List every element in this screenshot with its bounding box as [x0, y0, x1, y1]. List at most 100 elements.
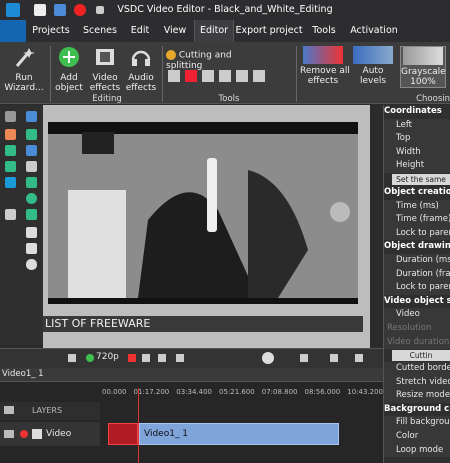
property-group-header: Background c: [384, 403, 450, 414]
cutting-splitting-button[interactable]: Cutting and splitting: [166, 50, 266, 71]
cut-tool-icon[interactable]: [168, 70, 180, 82]
prev-frame-icon[interactable]: [158, 354, 166, 362]
sprite-icon[interactable]: [26, 209, 37, 220]
select-tool-icon[interactable]: [26, 111, 37, 122]
property-row[interactable]: Loop mode: [384, 443, 450, 458]
remove-all-effects-button[interactable]: Remove all effects: [300, 46, 350, 86]
property-button[interactable]: Set the same: [392, 173, 450, 185]
resolution-select[interactable]: 720p: [96, 352, 119, 362]
grayscale-label: Grayscale 100%: [401, 67, 446, 87]
pointer-icon[interactable]: [5, 111, 16, 122]
tools-row: [168, 70, 294, 84]
properties-panel: Coordinates Left Top Width Height Set the sam…: [383, 105, 450, 463]
property-group-header: Coordinates: [384, 106, 442, 116]
person-icon[interactable]: [5, 129, 16, 140]
property-row[interactable]: Video: [384, 308, 450, 322]
add-object-button[interactable]: Add object: [53, 46, 85, 93]
align-center-icon[interactable]: [330, 354, 338, 362]
timeline-clip[interactable]: Video1_ 1: [139, 423, 339, 445]
save-icon[interactable]: [54, 4, 66, 16]
loop-icon[interactable]: [176, 354, 184, 362]
rectangle-tool-icon[interactable]: [26, 177, 37, 188]
audio-object-icon[interactable]: [26, 145, 37, 156]
auto-levels-icon: [353, 46, 393, 64]
tab-export-project[interactable]: Export project: [234, 20, 304, 42]
line-tool-icon[interactable]: [26, 161, 37, 172]
subtitle-icon[interactable]: [5, 177, 16, 188]
object-tool-strip: [0, 105, 43, 345]
app-menu-button[interactable]: [0, 20, 26, 42]
text-tool-icon[interactable]: [26, 227, 37, 238]
tab-edit[interactable]: Edit: [124, 20, 156, 42]
list-tool-icon[interactable]: [26, 243, 37, 254]
caption-text[interactable]: LIST OF FREEWARE: [43, 316, 363, 332]
video-track-header[interactable]: Video: [0, 422, 100, 446]
remove-all-label: Remove all effects: [300, 66, 350, 86]
property-row[interactable]: Cutted borders: [384, 362, 450, 376]
marker-icon[interactable]: [202, 70, 214, 82]
tab-tools[interactable]: Tools: [304, 20, 344, 42]
tab-projects[interactable]: Projects: [26, 20, 76, 42]
property-row[interactable]: Stretch video: [384, 375, 450, 390]
property-row[interactable]: Duration (fram: [384, 267, 450, 282]
speech-bubble-icon[interactable]: [26, 259, 37, 270]
play-icon[interactable]: [128, 354, 136, 362]
property-group-header: Object creatio: [384, 186, 450, 197]
align-left-icon[interactable]: [300, 354, 308, 362]
property-row[interactable]: Time (ms): [384, 199, 450, 214]
tab-scenes[interactable]: Scenes: [76, 20, 124, 42]
move-tool-icon[interactable]: [5, 209, 16, 220]
tab-activation[interactable]: Activation: [344, 20, 404, 42]
property-row[interactable]: Video duration: [384, 335, 450, 350]
rotate-icon[interactable]: [236, 70, 248, 82]
playhead[interactable]: [138, 388, 139, 463]
preview-icon: [86, 354, 94, 362]
image-object-icon[interactable]: [5, 145, 16, 156]
property-row[interactable]: Resize mode: [384, 389, 450, 403]
property-row[interactable]: Time (frame): [384, 213, 450, 227]
ruler-tick-label: 10:43.200: [347, 388, 383, 396]
timeline-clip-transition[interactable]: [108, 423, 138, 445]
chevron-down-icon[interactable]: [68, 354, 76, 362]
property-row[interactable]: Lock to parent: [384, 226, 450, 241]
audio-effects-button[interactable]: Audio effects: [124, 46, 158, 93]
grayscale-button[interactable]: Grayscale 100%: [400, 46, 446, 88]
property-row[interactable]: Duration (ms): [384, 253, 450, 268]
record-icon[interactable]: [74, 4, 86, 16]
grayscale-icon: [403, 47, 443, 65]
choosing-group-label: Choosin: [416, 94, 450, 104]
auto-levels-label: Auto levels: [359, 66, 387, 86]
record-track-icon[interactable]: [20, 430, 28, 438]
transform-icon[interactable]: [253, 70, 265, 82]
tab-editor[interactable]: Editor: [194, 20, 234, 42]
new-file-icon[interactable]: [34, 4, 46, 16]
stop-icon[interactable]: [142, 354, 150, 362]
property-button[interactable]: Cuttin: [392, 350, 450, 362]
video-effects-button[interactable]: Video effects: [88, 46, 122, 93]
video-preview[interactable]: [48, 130, 358, 298]
ellipse-tool-icon[interactable]: [26, 193, 37, 204]
chart-object-icon[interactable]: [5, 161, 16, 172]
video-object-icon[interactable]: [26, 129, 37, 140]
track-label: Video: [46, 429, 72, 439]
timeline-tab[interactable]: Video1_ 1: [2, 369, 44, 379]
property-row[interactable]: Fill backgroun: [384, 416, 450, 431]
run-wizard-button[interactable]: Run Wizard...: [2, 46, 46, 93]
crop-icon[interactable]: [219, 70, 231, 82]
property-row[interactable]: Top: [384, 132, 450, 146]
property-row[interactable]: Resolution: [384, 321, 450, 336]
property-row[interactable]: Left: [384, 118, 450, 133]
timeline-ruler[interactable]: 00.000 01:17.200 03:34.400 05:21.600 07:08.8…: [102, 388, 383, 402]
property-row[interactable]: Lock to parent: [384, 281, 450, 295]
split-tool-icon[interactable]: [185, 70, 197, 82]
add-circle-icon: [59, 47, 79, 67]
property-row[interactable]: Height: [384, 159, 450, 173]
property-row[interactable]: Width: [384, 145, 450, 160]
clock-icon[interactable]: [262, 352, 274, 364]
dropdown-icon[interactable]: [96, 6, 104, 14]
auto-levels-button[interactable]: Auto levels: [350, 46, 396, 86]
align-right-icon[interactable]: [355, 354, 363, 362]
tab-view[interactable]: View: [156, 20, 194, 42]
property-row[interactable]: Color: [384, 430, 450, 444]
window-title: VSDC Video Editor - Black_and_White_Edit…: [117, 4, 333, 15]
